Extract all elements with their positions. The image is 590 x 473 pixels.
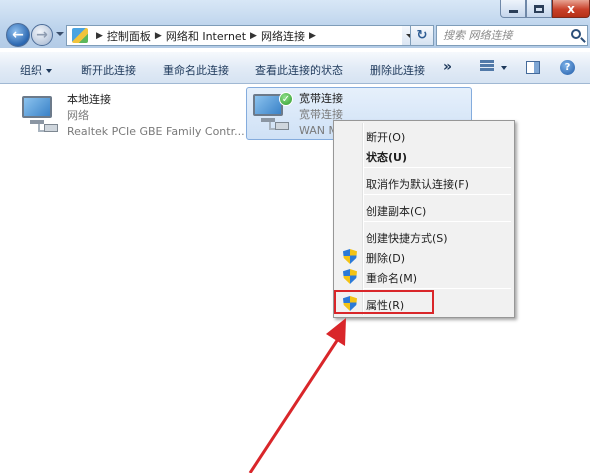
menu-item-label: 删除(D) <box>366 252 406 265</box>
view-options-dropdown[interactable] <box>501 66 507 70</box>
minimize-button[interactable] <box>500 0 526 18</box>
menu-item-status[interactable]: 状态(U) <box>337 145 511 165</box>
arrow-head <box>326 318 346 346</box>
close-icon: x <box>567 1 575 16</box>
properties-highlight-box <box>334 290 434 314</box>
refresh-icon: ↻ <box>416 28 428 43</box>
connection-status: 网络 <box>67 109 89 122</box>
menu-separator <box>363 221 511 222</box>
connection-device: Realtek PCIe GBE Family Contr... <box>67 125 245 138</box>
organize-menu[interactable]: 组织 <box>20 62 52 78</box>
chevron-right-icon[interactable]: ▶ <box>155 31 162 41</box>
preview-pane-icon[interactable] <box>526 61 540 74</box>
network-adapter-icon <box>20 94 58 132</box>
uac-shield-icon <box>343 269 357 284</box>
change-view-icon[interactable] <box>480 60 496 74</box>
menu-item-disconnect[interactable]: 断开(O) <box>337 125 511 145</box>
menu-item-label: 取消作为默认连接(F) <box>366 178 469 191</box>
forward-button[interactable]: → <box>31 24 53 46</box>
menu-item-create-copy[interactable]: 创建副本(C) <box>337 199 511 219</box>
context-menu: 断开(O) 状态(U) 取消作为默认连接(F) 创建副本(C) 创建快捷方式(S… <box>333 120 515 318</box>
refresh-button[interactable]: ↻ <box>410 25 434 46</box>
connection-name: 本地连接 <box>67 93 111 106</box>
chevron-down-icon <box>46 69 52 73</box>
forward-arrow-icon: → <box>36 27 48 43</box>
delete-connection-button[interactable]: 删除此连接 <box>370 62 425 78</box>
breadcrumb-network-internet[interactable]: 网络和 Internet <box>166 28 246 44</box>
address-bar[interactable]: ▶ 控制面板 ▶ 网络和 Internet ▶ 网络连接 ▶ <box>66 25 406 46</box>
chevron-right-icon[interactable]: ▶ <box>96 31 103 41</box>
back-button[interactable]: ← <box>6 23 30 47</box>
menu-separator <box>363 288 511 289</box>
menu-item-label: 重命名(M) <box>366 272 418 285</box>
back-arrow-icon: ← <box>12 27 24 43</box>
chevron-right-icon[interactable]: ▶ <box>250 31 257 41</box>
menu-item-label: 状态(U) <box>366 151 407 164</box>
organize-label: 组织 <box>20 64 42 77</box>
close-button[interactable]: x <box>552 0 590 18</box>
maximize-button[interactable] <box>526 0 552 18</box>
search-box[interactable] <box>436 25 588 46</box>
breadcrumb-control-panel[interactable]: 控制面板 <box>107 28 151 44</box>
menu-item-label: 断开(O) <box>366 131 406 144</box>
recent-pages-dropdown[interactable] <box>56 32 64 36</box>
menu-item-label: 创建副本(C) <box>366 205 427 218</box>
connected-check-icon: ✓ <box>279 92 293 106</box>
connection-name: 宽带连接 <box>299 92 343 105</box>
disable-connection-button[interactable]: 断开此连接 <box>81 62 136 78</box>
menu-item-label: 创建快捷方式(S) <box>366 232 448 245</box>
minimize-icon <box>508 10 518 13</box>
menu-item-delete[interactable]: 删除(D) <box>337 246 511 266</box>
uac-shield-icon <box>343 249 357 264</box>
breadcrumb-network-connections[interactable]: 网络连接 <box>261 28 305 44</box>
menu-separator <box>363 167 511 168</box>
view-status-button[interactable]: 查看此连接的状态 <box>255 62 343 78</box>
menu-item-create-shortcut[interactable]: 创建快捷方式(S) <box>337 226 511 246</box>
menu-item-rename[interactable]: 重命名(M) <box>337 266 511 286</box>
menu-item-cancel-default[interactable]: 取消作为默认连接(F) <box>337 172 511 192</box>
menu-separator <box>363 194 511 195</box>
arrow-shaft <box>248 335 342 473</box>
search-input[interactable] <box>437 26 562 45</box>
maximize-icon <box>534 4 544 13</box>
connection-item-local[interactable]: 本地连接 网络 Realtek PCIe GBE Family Contr... <box>20 90 245 140</box>
chevron-right-icon[interactable]: ▶ <box>309 31 316 41</box>
search-icon[interactable] <box>571 29 581 39</box>
help-icon[interactable]: ? <box>560 60 575 75</box>
more-commands-button[interactable]: » <box>443 59 452 75</box>
control-panel-icon <box>72 28 88 43</box>
rename-connection-button[interactable]: 重命名此连接 <box>163 62 229 78</box>
